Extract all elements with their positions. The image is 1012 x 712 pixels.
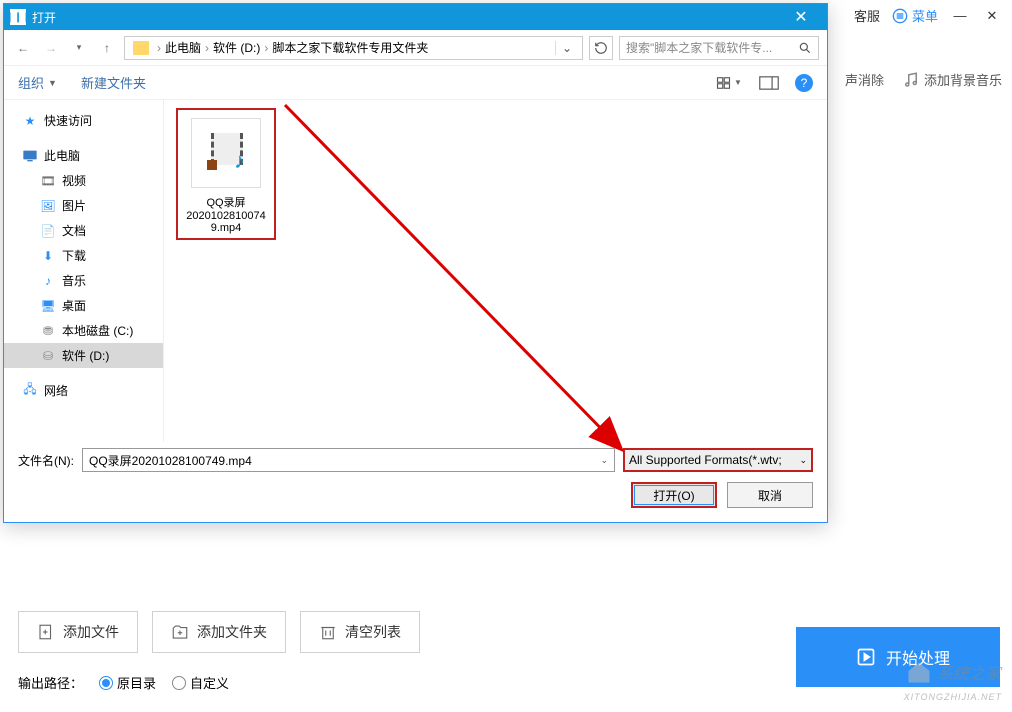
nav-back-button[interactable]: ← (12, 37, 34, 59)
nav-recent-dropdown[interactable]: ▾ (68, 37, 90, 59)
preview-pane-button[interactable] (755, 73, 783, 93)
sidebar-videos[interactable]: 🎞 视频 (4, 168, 163, 193)
sidebar-ddrive[interactable]: ⛁ 软件 (D:) (4, 343, 163, 368)
sidebar-this-pc[interactable]: 此电脑 (4, 143, 163, 168)
sidebar-network[interactable]: 🖧 网络 (4, 378, 163, 403)
menu-button[interactable]: 菜单 (892, 6, 938, 25)
kefu-label[interactable]: 客服 (854, 6, 880, 25)
radio-original-dir[interactable]: 原目录 (99, 673, 156, 692)
filename-label: 文件名(N): (18, 452, 74, 469)
add-bgm-button[interactable]: 添加背景音乐 (902, 70, 1002, 89)
new-folder-button[interactable]: 新建文件夹 (81, 73, 146, 92)
search-icon (798, 41, 812, 55)
filetype-select[interactable]: All Supported Formats(*.wtv; ⌄ (623, 448, 813, 472)
sidebar-pictures[interactable]: 🖼 图片 (4, 193, 163, 218)
nav-up-button[interactable]: ↑ (96, 37, 118, 59)
cancel-button[interactable]: 取消 (727, 482, 813, 508)
file-item-selected[interactable]: ♪ QQ录屏 2020102810074 9.mp4 (176, 108, 276, 240)
chevron-down-icon[interactable]: ⌄ (600, 455, 608, 466)
file-open-dialog: ❙❙❙ 打开 ✕ ← → ▾ ↑ › 此电脑 › 软件 (D:) › 脚本之家下… (3, 3, 828, 523)
radio-custom-dir[interactable]: 自定义 (172, 673, 229, 692)
dialog-titlebar: ❙❙❙ 打开 ✕ (4, 4, 827, 30)
file-list-area[interactable]: ♪ QQ录屏 2020102810074 9.mp4 (164, 100, 827, 442)
add-folder-button[interactable]: 添加文件夹 (152, 611, 286, 653)
search-input[interactable]: 搜索"脚本之家下载软件专... (619, 36, 819, 60)
output-path-label: 输出路径： (18, 673, 83, 692)
breadcrumb-dropdown[interactable]: ⌄ (555, 41, 578, 55)
nav-forward-button[interactable]: → (40, 37, 62, 59)
sidebar-documents[interactable]: 📄 文档 (4, 218, 163, 243)
app-icon: ❙❙❙ (10, 9, 26, 25)
view-mode-button[interactable]: ▼ (715, 73, 743, 93)
chevron-down-icon: ⌄ (799, 455, 807, 466)
help-button[interactable]: ? (795, 74, 813, 92)
open-button[interactable]: 打开(O) (631, 482, 717, 508)
close-button[interactable]: ✕ (982, 8, 1002, 24)
folder-icon (133, 41, 149, 55)
sidebar-desktop[interactable]: 🖥 桌面 (4, 293, 163, 318)
organize-menu[interactable]: 组织 ▼ (18, 73, 57, 92)
sidebar-music[interactable]: ♪ 音乐 (4, 268, 163, 293)
dialog-title: 打开 (32, 9, 56, 26)
minimize-button[interactable]: — (950, 8, 970, 23)
sidebar-quick-access[interactable]: ★ 快速访问 (4, 108, 163, 133)
watermark: 系统之家 XITONGZHIJIA.NET (904, 658, 1002, 702)
sidebar-cdrive[interactable]: ⛃ 本地磁盘 (C:) (4, 318, 163, 343)
breadcrumb[interactable]: › 此电脑 › 软件 (D:) › 脚本之家下载软件专用文件夹 ⌄ (124, 36, 583, 60)
noise-cancel-button[interactable]: 声消除 (845, 70, 884, 89)
dialog-close-button[interactable]: ✕ (781, 7, 821, 27)
refresh-button[interactable] (589, 36, 613, 60)
filename-input[interactable]: QQ录屏20201028100749.mp4 ⌄ (82, 448, 615, 472)
clear-list-button[interactable]: 清空列表 (300, 611, 420, 653)
add-file-button[interactable]: 添加文件 (18, 611, 138, 653)
file-thumbnail: ♪ (191, 118, 261, 188)
sidebar: ★ 快速访问 此电脑 🎞 视频 🖼 图片 📄 文档 ⬇ 下载 (4, 100, 164, 442)
sidebar-downloads[interactable]: ⬇ 下载 (4, 243, 163, 268)
